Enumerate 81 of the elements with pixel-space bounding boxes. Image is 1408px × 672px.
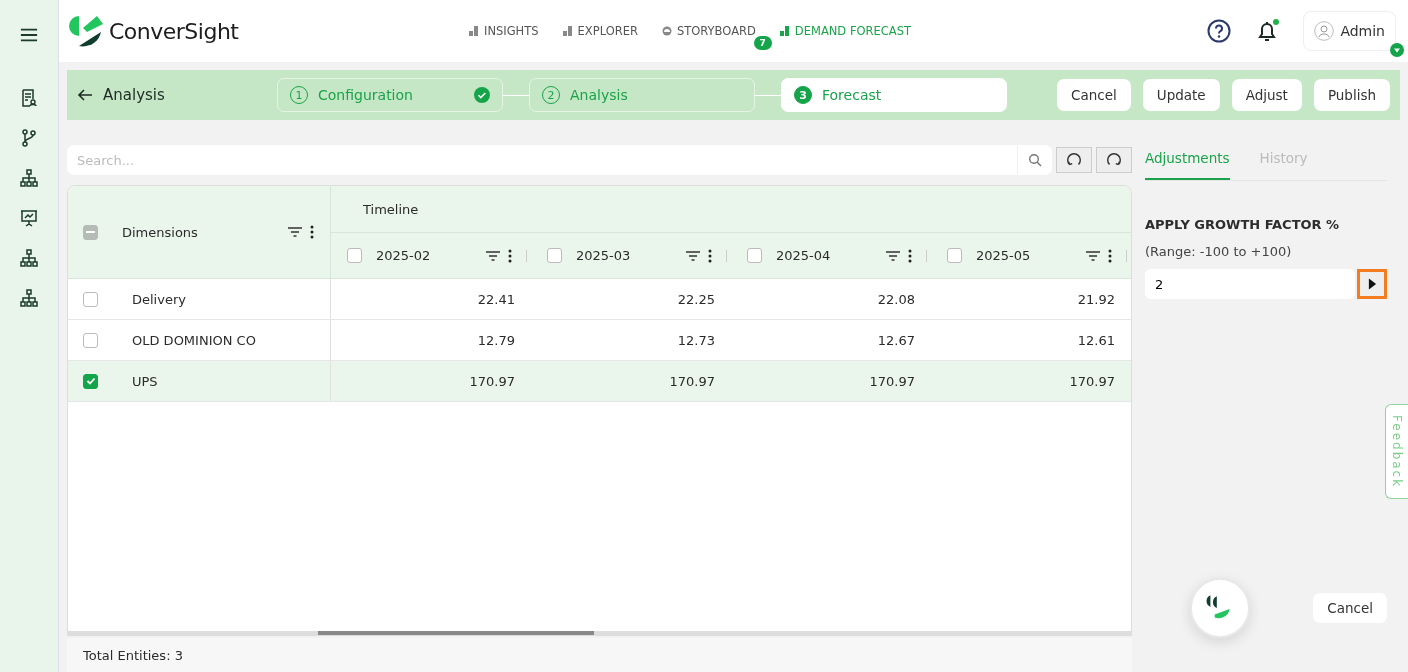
hierarchy-icon[interactable] [20, 249, 38, 267]
bar-chart-icon [469, 26, 479, 36]
action-button[interactable]: Update [1142, 79, 1220, 111]
more-icon[interactable] [908, 248, 912, 263]
column-checkbox[interactable] [347, 248, 362, 263]
table-cell-text: 170.97 [1068, 373, 1116, 389]
more-icon[interactable] [508, 248, 512, 263]
filter-icon[interactable] [686, 250, 700, 261]
nav-link[interactable]: EXPLORER [562, 24, 638, 38]
count-badge: 7 [753, 36, 772, 50]
table-row[interactable]: Delivery 22.41 22.25 22.08 21.92 [68, 279, 1131, 320]
more-icon[interactable] [310, 225, 314, 239]
table-cell-text: 12.73 [676, 332, 716, 348]
filter-icon[interactable] [886, 250, 900, 261]
action-button[interactable]: Cancel [1057, 79, 1131, 111]
report-icon[interactable] [20, 89, 38, 107]
check-icon [474, 87, 490, 103]
branch-icon[interactable] [20, 129, 38, 147]
more-icon[interactable] [708, 248, 712, 263]
table-row[interactable]: UPS 170.97 170.97 170.97 170.97 [68, 361, 1131, 402]
user-menu[interactable]: Admin [1303, 11, 1396, 51]
growth-input[interactable]: 2 [1145, 269, 1355, 299]
back-arrow-icon [77, 87, 93, 103]
presentation-icon[interactable] [20, 209, 38, 227]
brand-name: ConverSight [109, 18, 239, 44]
column-checkbox[interactable] [547, 248, 562, 263]
filter-icon[interactable] [288, 227, 302, 237]
column-header: 2025-04 [776, 248, 832, 263]
action-button[interactable]: Publish [1313, 79, 1390, 111]
table-cell-text: 12.61 [1076, 332, 1116, 348]
gauge-icon [661, 26, 672, 36]
undo-button[interactable] [1056, 147, 1092, 173]
nav-link[interactable]: STORYBOARD [661, 24, 756, 38]
table-cell: Delivery [132, 291, 186, 307]
row-checkbox[interactable] [83, 332, 98, 348]
scrollbar[interactable] [68, 631, 1131, 635]
filter-icon[interactable] [1086, 250, 1100, 261]
table-cell-text: 170.97 [868, 373, 916, 389]
column-header: 2025-05 [976, 248, 1032, 263]
table-cell-text: 22.08 [876, 291, 916, 307]
action-button[interactable]: Adjust [1231, 79, 1302, 111]
check-icon [84, 375, 97, 387]
row-checkbox[interactable] [83, 373, 98, 389]
select-all-checkbox[interactable] [83, 224, 98, 240]
logo-icon [69, 14, 103, 48]
play-icon [1367, 278, 1377, 290]
column-checkbox[interactable] [747, 248, 762, 263]
group-header: Timeline [363, 201, 419, 217]
range-hint: (Range: -100 to +100) [1145, 244, 1293, 259]
table-cell-text: 21.92 [1076, 291, 1116, 307]
help-icon[interactable] [1207, 19, 1232, 43]
column-header: 2025-02 [376, 248, 432, 263]
menu-icon[interactable] [20, 27, 38, 43]
bar-chart-icon [562, 26, 573, 36]
more-icon[interactable] [1108, 248, 1112, 263]
row-checkbox[interactable] [83, 291, 98, 307]
total-count: Total Entities: 3 [83, 647, 183, 663]
avatar-icon [1314, 21, 1335, 41]
apply-button[interactable] [1357, 269, 1387, 299]
table-cell-text: 22.25 [676, 291, 716, 307]
search-field[interactable]: Search... [67, 145, 1017, 175]
column-checkbox[interactable] [947, 248, 962, 263]
filter-icon[interactable] [486, 250, 500, 261]
back-button[interactable]: Analysis [77, 86, 277, 104]
table-cell-text: 170.97 [468, 373, 516, 389]
table-cell-text: 12.79 [476, 332, 516, 348]
section-heading: APPLY GROWTH FACTOR % [1145, 217, 1341, 232]
table-cell-text: 22.41 [476, 291, 516, 307]
table-cell-text: 12.67 [876, 332, 916, 348]
redo-button[interactable] [1096, 147, 1132, 173]
hierarchy-icon[interactable] [20, 169, 38, 187]
dropdown-icon[interactable] [1390, 43, 1404, 57]
hierarchy-icon[interactable] [20, 289, 38, 307]
column-header: 2025-03 [576, 248, 632, 263]
table-cell-text: 170.97 [668, 373, 716, 389]
table-cell: UPS [132, 373, 158, 389]
cancel-button[interactable]: Cancel [1313, 593, 1387, 623]
column-header: Dimensions [122, 224, 199, 240]
nav-link[interactable]: INSIGHTS [469, 24, 539, 38]
bar-chart-icon [779, 26, 790, 36]
table-cell: OLD DOMINION CO [132, 332, 256, 348]
